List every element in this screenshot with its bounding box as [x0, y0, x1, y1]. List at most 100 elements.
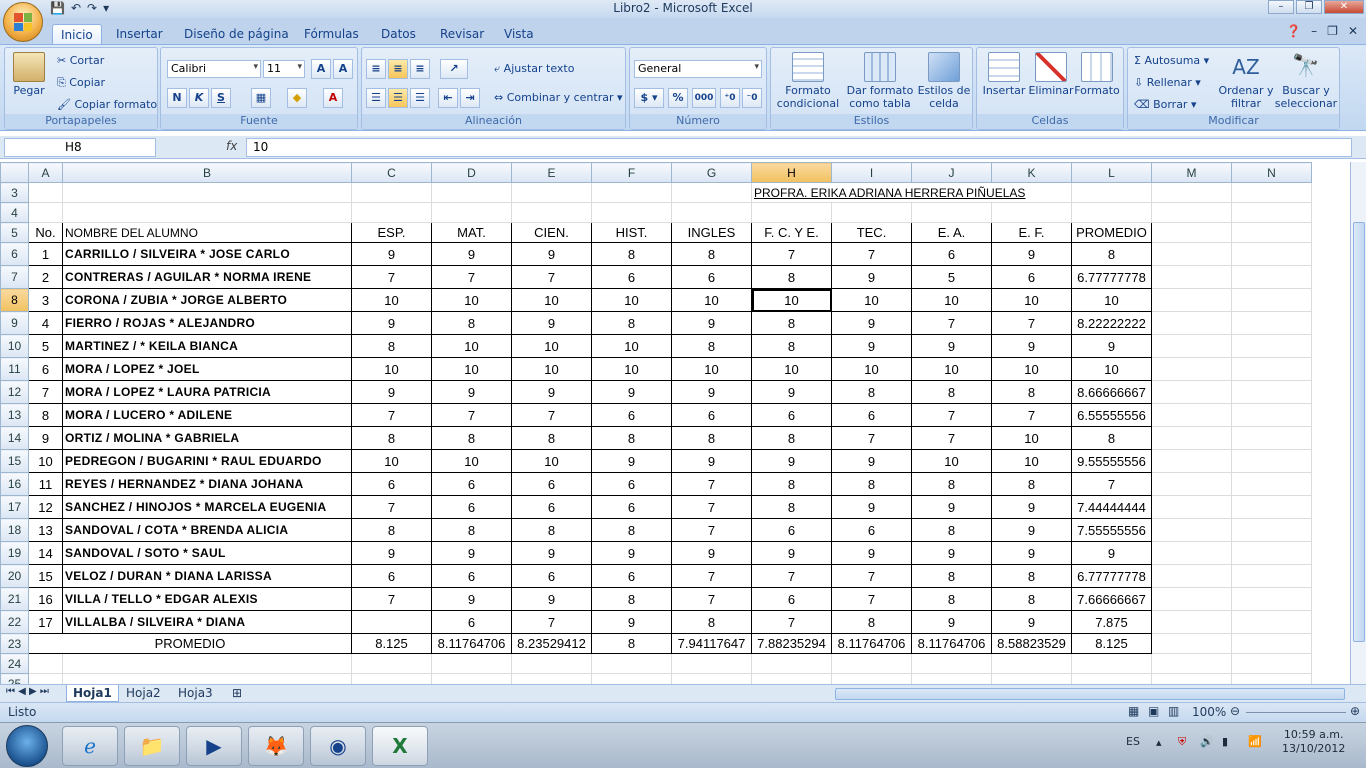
- grade-cell[interactable]: 8: [431, 426, 512, 450]
- grade-cell[interactable]: 6: [751, 587, 832, 611]
- tab-insertar[interactable]: Insertar: [108, 24, 171, 45]
- increase-indent-button[interactable]: ⇥: [460, 88, 480, 108]
- column-average-cell[interactable]: 7.94117647: [671, 633, 752, 654]
- zoom-slider[interactable]: [1246, 712, 1346, 713]
- tab-formulas[interactable]: Fórmulas: [296, 24, 367, 45]
- row-header[interactable]: 24: [0, 653, 29, 674]
- average-cell[interactable]: 7.44444444: [1071, 495, 1152, 519]
- cell[interactable]: [1071, 653, 1152, 674]
- student-name-cell[interactable]: ORTIZ / MOLINA * GABRIELA: [62, 426, 352, 450]
- insert-cells-button[interactable]: Insertar: [981, 52, 1027, 97]
- cell[interactable]: [1231, 403, 1312, 427]
- grade-cell[interactable]: 6: [591, 472, 672, 496]
- column-header[interactable]: I: [831, 162, 912, 183]
- grade-cell[interactable]: 6: [351, 564, 432, 588]
- vertical-scrollbar[interactable]: [1350, 162, 1366, 684]
- column-average-cell[interactable]: 8.11764706: [431, 633, 512, 654]
- grade-cell[interactable]: 10: [991, 288, 1072, 312]
- grade-cell[interactable]: 7: [671, 518, 752, 542]
- wrap-text-button[interactable]: ⤶ Ajustar texto: [494, 62, 574, 76]
- grade-cell[interactable]: 6: [591, 265, 672, 289]
- grade-cell[interactable]: 6: [751, 403, 832, 427]
- row-header[interactable]: 14: [0, 426, 29, 450]
- ribbon-minimize-icon[interactable]: –: [1311, 24, 1317, 38]
- grade-cell[interactable]: 10: [351, 449, 432, 473]
- row-header[interactable]: 11: [0, 357, 29, 381]
- cell[interactable]: [591, 182, 672, 203]
- grade-cell[interactable]: 7: [911, 426, 992, 450]
- grade-cell[interactable]: 6: [511, 564, 592, 588]
- grade-cell[interactable]: 6: [751, 518, 832, 542]
- cell[interactable]: [62, 653, 352, 674]
- student-name-cell[interactable]: SANDOVAL / SOTO * SAUL: [62, 541, 352, 565]
- antivirus-icon[interactable]: ⛨: [1178, 735, 1186, 781]
- column-average-cell[interactable]: 8.125: [1071, 633, 1152, 654]
- cell[interactable]: [671, 202, 752, 223]
- align-right-button[interactable]: ☰: [410, 88, 430, 108]
- student-name-cell[interactable]: MORA / LOPEZ * LAURA PATRICIA: [62, 380, 352, 404]
- student-number-cell[interactable]: 1: [28, 242, 63, 266]
- cell[interactable]: [28, 653, 63, 674]
- grade-cell[interactable]: 7: [511, 265, 592, 289]
- grade-cell[interactable]: 7: [991, 403, 1072, 427]
- cut-button[interactable]: ✂ Cortar: [57, 54, 104, 67]
- cell[interactable]: [1231, 222, 1312, 243]
- average-cell[interactable]: 7.55555556: [1071, 518, 1152, 542]
- sheet-nav-arrows-icon[interactable]: ⏮ ◀ ▶ ⏭: [6, 686, 49, 697]
- grade-cell[interactable]: 9: [991, 610, 1072, 634]
- grade-cell[interactable]: 8: [591, 518, 672, 542]
- grade-cell[interactable]: 6: [591, 403, 672, 427]
- cell[interactable]: [911, 673, 992, 684]
- cell[interactable]: [1151, 673, 1232, 684]
- column-average-cell[interactable]: 8.125: [351, 633, 432, 654]
- cell[interactable]: [1151, 587, 1232, 611]
- cell[interactable]: [1231, 673, 1312, 684]
- cell[interactable]: [1231, 288, 1312, 312]
- cell[interactable]: [511, 653, 592, 674]
- header-cell[interactable]: MAT.: [431, 222, 512, 243]
- grade-cell[interactable]: 10: [511, 334, 592, 358]
- cell[interactable]: [1151, 182, 1232, 203]
- cell[interactable]: [1151, 403, 1232, 427]
- average-cell[interactable]: 7.66666667: [1071, 587, 1152, 611]
- cell[interactable]: [1151, 610, 1232, 634]
- student-number-cell[interactable]: 17: [28, 610, 63, 634]
- student-number-cell[interactable]: 5: [28, 334, 63, 358]
- student-number-cell[interactable]: 10: [28, 449, 63, 473]
- clear-button[interactable]: ⌫ Borrar ▾: [1134, 98, 1197, 111]
- grade-cell[interactable]: 9: [671, 449, 752, 473]
- format-cells-button[interactable]: Formato: [1073, 52, 1121, 97]
- grade-cell[interactable]: 8: [991, 380, 1072, 404]
- cell[interactable]: [1151, 222, 1232, 243]
- increase-decimal-button[interactable]: ⁺0: [720, 88, 740, 108]
- close-button[interactable]: ✕: [1324, 0, 1364, 14]
- signal-icon[interactable]: 📶: [1248, 735, 1262, 781]
- average-cell[interactable]: 9: [1071, 541, 1152, 565]
- grade-cell[interactable]: 6: [671, 403, 752, 427]
- cell[interactable]: [1151, 288, 1232, 312]
- student-number-cell[interactable]: 16: [28, 587, 63, 611]
- cell[interactable]: [591, 202, 672, 223]
- font-size-combo[interactable]: 11: [263, 60, 305, 78]
- student-number-cell[interactable]: 14: [28, 541, 63, 565]
- grade-cell[interactable]: 8: [991, 564, 1072, 588]
- column-header[interactable]: M: [1151, 162, 1232, 183]
- grade-cell[interactable]: 8: [351, 518, 432, 542]
- help-icon[interactable]: ❓: [1286, 24, 1301, 38]
- grade-cell[interactable]: 10: [671, 288, 752, 312]
- grade-cell[interactable]: 10: [431, 449, 512, 473]
- cell[interactable]: [1231, 518, 1312, 542]
- grade-cell[interactable]: 7: [431, 403, 512, 427]
- sort-filter-button[interactable]: AZ Ordenar y filtrar: [1218, 52, 1274, 110]
- grade-cell[interactable]: 10: [511, 288, 592, 312]
- office-button[interactable]: [3, 2, 43, 42]
- grade-cell[interactable]: 8: [751, 334, 832, 358]
- cell[interactable]: [751, 202, 832, 223]
- grade-cell[interactable]: 9: [991, 495, 1072, 519]
- insert-function-icon[interactable]: fx: [226, 139, 237, 153]
- cell[interactable]: [1231, 182, 1312, 203]
- grade-cell[interactable]: 6: [591, 495, 672, 519]
- header-cell[interactable]: CIEN.: [511, 222, 592, 243]
- worksheet-grid[interactable]: ABCDEFGHIJKLMN 3 PROFRA. ERIKA ADRIANA HE…: [0, 162, 1350, 684]
- cell[interactable]: [351, 673, 432, 684]
